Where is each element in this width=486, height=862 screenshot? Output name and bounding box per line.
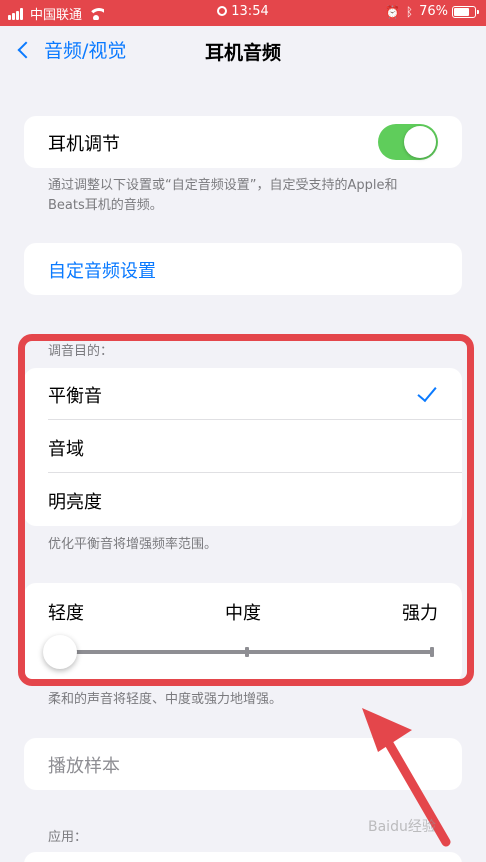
watermark: Baidu经验	[368, 819, 436, 835]
annotation-arrow-icon	[362, 708, 451, 847]
